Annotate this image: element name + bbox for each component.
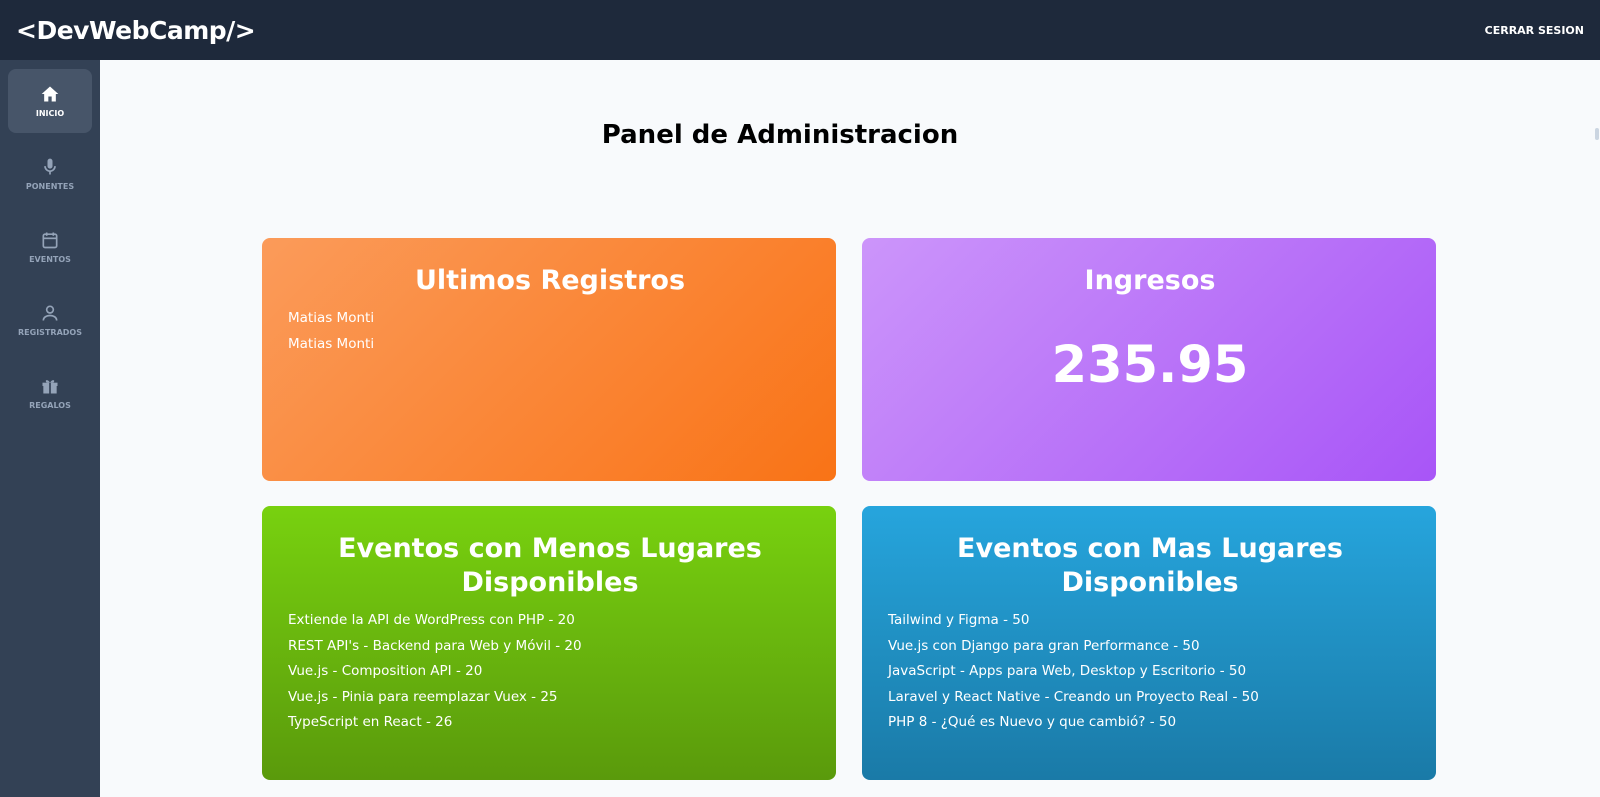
sidebar-item-label: EVENTOS — [29, 255, 71, 264]
income-value: 235.95 — [1051, 336, 1249, 395]
card-title: Eventos con Menos Lugares Disponibles — [338, 533, 762, 598]
fewest-places-card: Eventos con Menos Lugares Disponibles Ex… — [262, 506, 836, 780]
sidebar-item-ponentes[interactable]: PONENTES — [8, 142, 92, 206]
scrollbar-thumb[interactable] — [1595, 128, 1599, 140]
main-content: Panel de Administracion Ultimos Registro… — [100, 60, 1600, 797]
sidebar-item-label: INICIO — [35, 109, 65, 118]
sidebar-item-regalos[interactable]: REGALOS — [8, 361, 92, 425]
list-item: Vue.js con Django para gran Performance … — [888, 637, 1200, 654]
app-logo[interactable]: <DevWebCamp/> — [16, 16, 256, 45]
list-item: Extiende la API de WordPress con PHP - 2… — [288, 612, 575, 628]
list-item: Matias Monti — [288, 310, 375, 326]
list-item: PHP 8 - ¿Qué es Nuevo y que cambió? - 50 — [888, 714, 1177, 730]
microphone-icon — [44, 158, 56, 175]
most-places-card: Eventos con Mas Lugares Disponibles Tail… — [862, 506, 1436, 780]
list-item: Tailwind y Figma - 50 — [888, 612, 1030, 628]
gift-icon — [42, 380, 58, 394]
sidebar-item-eventos[interactable]: EVENTOS — [8, 215, 92, 279]
list-item: Matias Monti — [288, 335, 375, 352]
latest-registrations-card: Ultimos Registros Matias Monti Matias Mo… — [262, 238, 836, 481]
sidebar: INICIO PONENTES EVENTOS REGISTRADOS REGA… — [0, 60, 100, 797]
list-item: Vue.js - Pinia para reemplazar Vuex - 25 — [288, 688, 558, 705]
sidebar-item-inicio[interactable]: INICIO — [8, 69, 92, 133]
list-item: JavaScript - Apps para Web, Desktop y Es… — [888, 663, 1247, 679]
sidebar-item-label: REGISTRADOS — [18, 328, 82, 337]
sidebar-item-label: PONENTES — [25, 182, 75, 191]
sidebar-item-registrados[interactable]: REGISTRADOS — [8, 288, 92, 352]
list-item: REST API's - Backend para Web y Móvil - … — [288, 637, 582, 654]
card-title: Ingresos — [1084, 265, 1216, 296]
home-icon — [41, 86, 59, 102]
card-title: Eventos con Mas Lugares Disponibles — [957, 533, 1343, 598]
logout-button[interactable]: CERRAR SESION — [1485, 24, 1584, 37]
income-card: Ingresos 235.95 — [862, 238, 1436, 481]
sidebar-item-label: REGALOS — [29, 401, 71, 410]
list-item: Laravel y React Native - Creando un Proy… — [888, 688, 1259, 705]
list-item: Vue.js - Composition API - 20 — [288, 663, 483, 679]
card-title: Ultimos Registros — [414, 265, 686, 296]
page-title: Panel de Administracion — [601, 120, 959, 150]
scrollbar[interactable] — [1592, 60, 1600, 797]
top-bar: <DevWebCamp/> CERRAR SESION — [0, 0, 1600, 60]
calendar-icon — [42, 232, 58, 249]
user-icon — [42, 305, 58, 321]
list-item: TypeScript en React - 26 — [288, 714, 453, 730]
